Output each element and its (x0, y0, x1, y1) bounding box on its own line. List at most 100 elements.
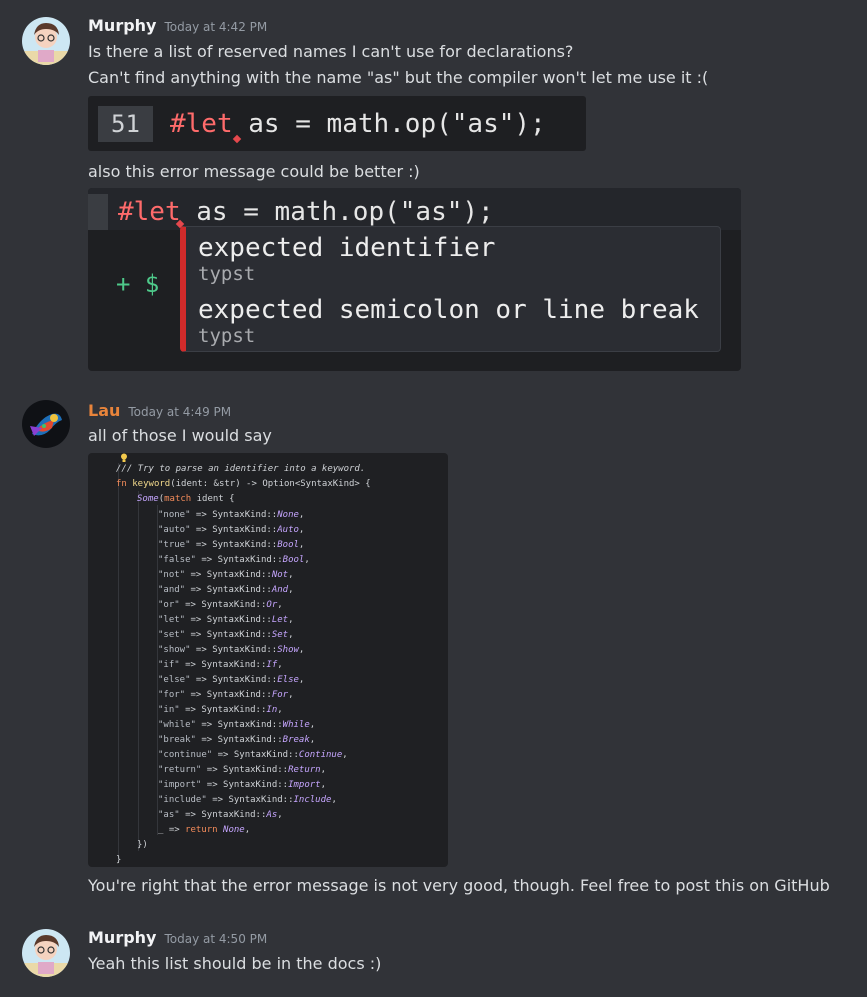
avatar-lau[interactable] (22, 400, 70, 448)
code-arm-key: "import" (158, 780, 202, 790)
code-arm-prefix: SyntaxKind:: (223, 780, 289, 790)
message-text: all of those I would say (88, 426, 272, 445)
code-match-arm: "break" => SyntaxKind::Break, (158, 735, 316, 745)
code-arm-key: "break" (158, 735, 196, 745)
code-arm-key: "show" (158, 645, 191, 655)
code-arm-kind: Import (288, 780, 321, 790)
code-arm-prefix: SyntaxKind:: (201, 705, 267, 715)
code-arm-prefix: SyntaxKind:: (206, 585, 272, 595)
code-arm-arrow: => (195, 720, 218, 730)
timestamp[interactable]: Today at 4:50 PM (164, 932, 267, 946)
error-message-2: expected semicolon or line break (198, 295, 699, 325)
code-arm-arrow: => (179, 660, 202, 670)
code-arm-kind: Or (266, 600, 278, 610)
code-match-arm: "else" => SyntaxKind::Else, (158, 675, 305, 685)
code-arm-key: "and" (158, 585, 186, 595)
message-header: Murphy Today at 4:42 PM (88, 16, 267, 35)
attachment-image-rust-code[interactable]: /// Try to parse an identifier into a ke… (88, 453, 448, 867)
code-arm-arrow: => (201, 765, 224, 775)
code-arm-prefix: SyntaxKind:: (212, 525, 278, 535)
code-arm-arrow: => (185, 690, 207, 700)
code-arm-arrow: => (190, 675, 213, 685)
code-arm-key: "return" (158, 765, 202, 775)
indent-guide (118, 463, 119, 863)
username[interactable]: Murphy (88, 928, 156, 947)
error-source-1: typst (198, 263, 256, 285)
indent-guide (138, 491, 139, 851)
code-arm-prefix: SyntaxKind:: (201, 600, 267, 610)
code-arm-kind: Continue (298, 750, 343, 760)
avatar-murphy-image (22, 929, 70, 977)
code-arm-prefix: SyntaxKind:: (212, 540, 278, 550)
code-arm-prefix: SyntaxKind:: (201, 660, 267, 670)
code-match-arm: "if" => SyntaxKind::If, (158, 660, 283, 670)
code-rest: as = math.op("as"); (232, 109, 546, 139)
code-arm-arrow: => (179, 810, 202, 820)
message-text-line-1: Is there a list of reserved names I can'… (88, 42, 574, 61)
code-arm-arrow: => (185, 630, 207, 640)
line-number: 51 (98, 106, 153, 142)
code-match-arm: "continue" => SyntaxKind::Continue, (158, 750, 348, 760)
code-arm-arrow: => (179, 705, 202, 715)
code-arm-prefix: SyntaxKind:: (212, 645, 278, 655)
code-match-arm: "in" => SyntaxKind::In, (158, 705, 283, 715)
code-arm-key: "for" (158, 690, 186, 700)
code-arm-kind: Set (271, 630, 289, 640)
code-default-value: None (223, 825, 245, 835)
code-arm-kind: Include (293, 795, 332, 805)
code-arm-key: "not" (158, 570, 186, 580)
timestamp[interactable]: Today at 4:42 PM (164, 20, 267, 34)
code-rest: as = math.op("as"); (180, 197, 494, 227)
code-keyword: #let (170, 109, 233, 139)
code-arm-kind: While (282, 720, 310, 730)
code-arm-arrow: => (206, 795, 229, 805)
code-arm-kind: In (266, 705, 278, 715)
code-match-arm: "as" => SyntaxKind::As, (158, 810, 283, 820)
code-match-arm: "true" => SyntaxKind::Bool, (158, 540, 305, 550)
message-text: Yeah this list should be in the docs :) (88, 954, 382, 973)
code-arm-prefix: SyntaxKind:: (233, 750, 299, 760)
avatar-murphy[interactable] (22, 17, 70, 65)
code-match-arm: "show" => SyntaxKind::Show, (158, 645, 305, 655)
code-arm-kind: If (266, 660, 278, 670)
timestamp[interactable]: Today at 4:49 PM (128, 405, 231, 419)
code-arm-prefix: SyntaxKind:: (206, 690, 272, 700)
code-arm-kind: None (277, 510, 299, 520)
code-arm-prefix: SyntaxKind:: (206, 615, 272, 625)
username[interactable]: Murphy (88, 16, 156, 35)
avatar-murphy[interactable] (22, 929, 70, 977)
username[interactable]: Lau (88, 401, 120, 420)
code-fn-rest: (ident: &str) -> Option<SyntaxKind> { (170, 479, 371, 489)
code-line: #let as = math.op("as"); (170, 106, 546, 142)
code-arm-prefix: SyntaxKind:: (223, 765, 289, 775)
code-arm-key: "or" (158, 600, 180, 610)
code-arm-kind: Let (271, 615, 289, 625)
code-match-arm: "not" => SyntaxKind::Not, (158, 570, 294, 580)
code-match-arm: "return" => SyntaxKind::Return, (158, 765, 327, 775)
message-text-line-2: Can't find anything with the name "as" b… (88, 68, 709, 87)
code-arm-key: "true" (158, 540, 191, 550)
code-match-arm: "while" => SyntaxKind::While, (158, 720, 316, 730)
code-arm-prefix: SyntaxKind:: (206, 570, 272, 580)
attachment-image-error-tooltip[interactable]: #let as = math.op("as"); + $ expected id… (88, 188, 741, 371)
code-arm-arrow: => (185, 615, 207, 625)
code-arm-prefix: SyntaxKind:: (217, 735, 283, 745)
attachment-image-code-line[interactable]: 51 #let as = math.op("as"); (88, 96, 586, 151)
code-arm-key: "include" (158, 795, 207, 805)
code-line: #let as = math.op("as"); (118, 194, 494, 230)
code-match-arm: "include" => SyntaxKind::Include, (158, 795, 337, 805)
code-signature: fn keyword(ident: &str) -> Option<Syntax… (116, 477, 371, 492)
error-message-1: expected identifier (198, 233, 496, 263)
code-arm-arrow: => (212, 750, 234, 760)
code-arm-kind: Bool (282, 555, 305, 565)
code-arm-key: "else" (158, 675, 191, 685)
code-default-pattern: _ => (158, 825, 186, 835)
code-arm-arrow: => (190, 510, 213, 520)
message-text-caption: also this error message could be better … (88, 162, 420, 181)
code-arm-arrow: => (179, 600, 202, 610)
code-arm-kind: For (271, 690, 289, 700)
code-arm-key: "as" (158, 810, 180, 820)
code-arm-prefix: SyntaxKind:: (217, 720, 283, 730)
code-arm-kind: Return (288, 765, 321, 775)
error-source-2: typst (198, 325, 256, 347)
